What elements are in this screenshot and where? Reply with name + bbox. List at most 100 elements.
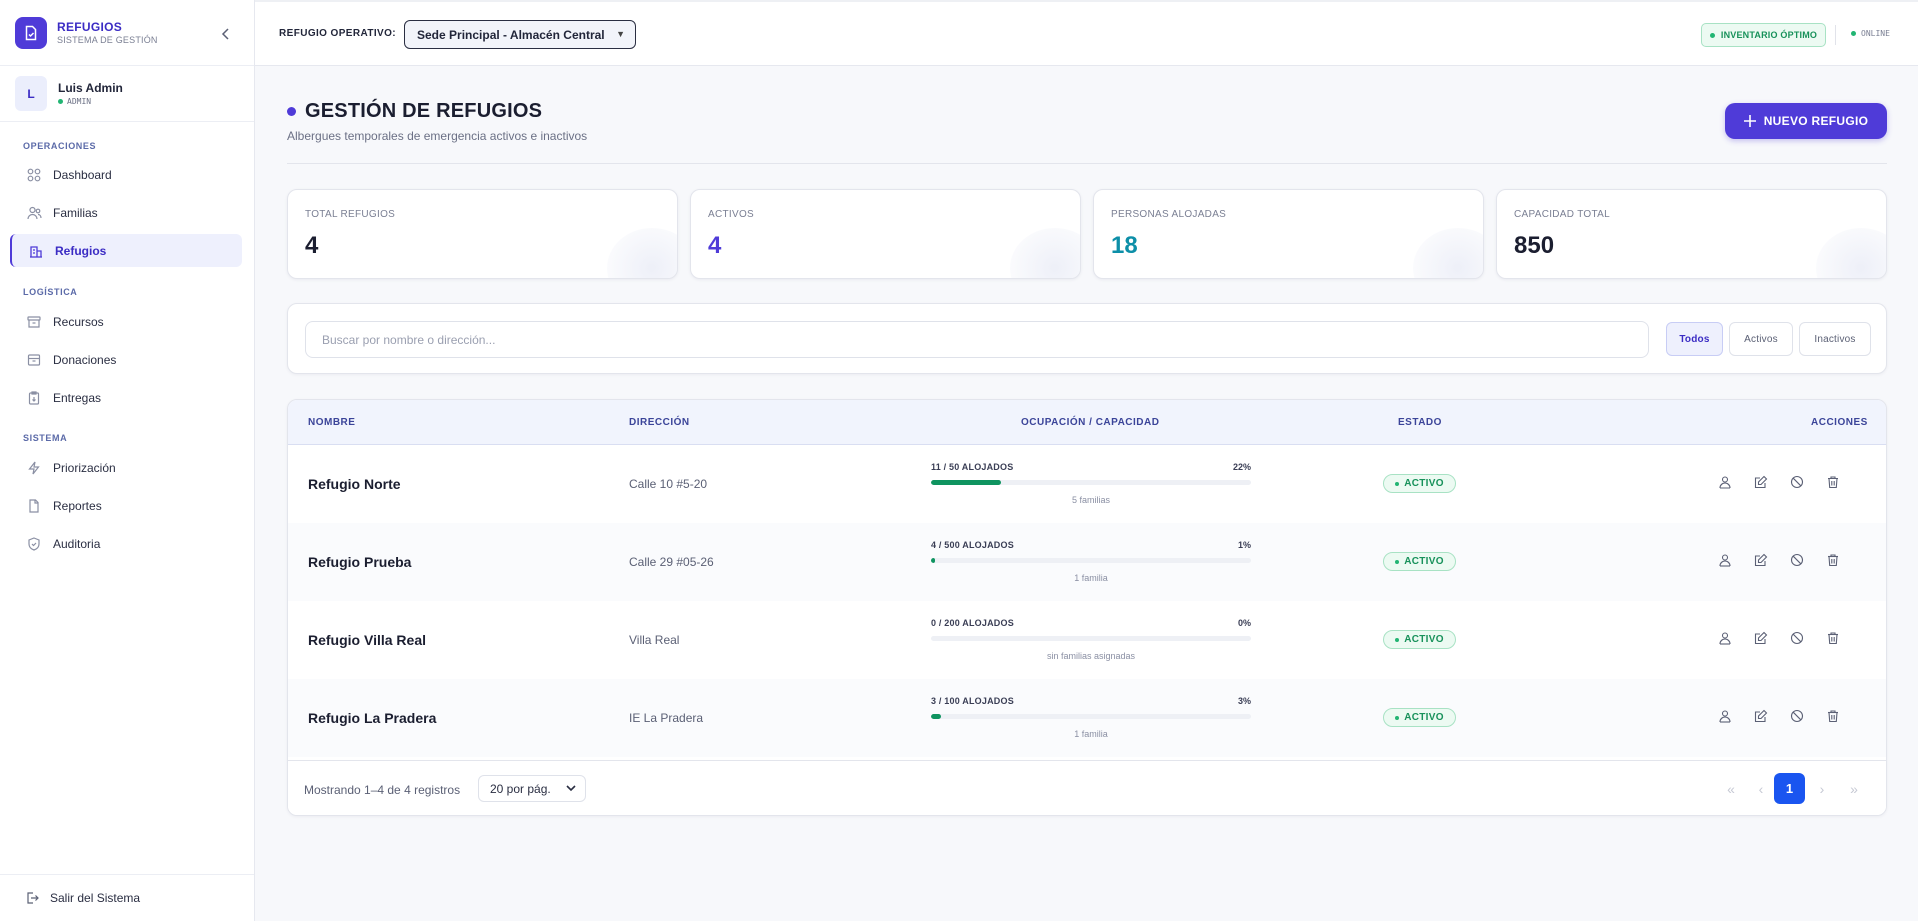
last-page-button[interactable]: » xyxy=(1841,776,1867,802)
ban-icon xyxy=(1790,553,1804,567)
connection-label: ONLINE xyxy=(1861,29,1890,38)
assign-families-button[interactable] xyxy=(1716,551,1734,569)
status-label: ACTIVO xyxy=(1404,556,1444,567)
status-badge: ACTIVO xyxy=(1383,474,1456,493)
shield-icon xyxy=(25,535,43,553)
status-dot-icon xyxy=(1709,32,1715,38)
assign-families-button[interactable] xyxy=(1716,707,1734,725)
ban-icon xyxy=(1790,475,1804,489)
sidebar-item-label: Reportes xyxy=(53,498,102,513)
edit-button[interactable] xyxy=(1752,629,1770,647)
logout-button[interactable]: Salir del Sistema xyxy=(0,874,254,921)
deactivate-button[interactable] xyxy=(1788,473,1806,491)
sidebar-item-label: Auditoria xyxy=(53,536,101,551)
column-header-acciones: ACCIONES xyxy=(1811,417,1868,428)
document-icon xyxy=(25,497,43,515)
sidebar-item-auditoria[interactable]: Auditoria xyxy=(10,527,242,560)
search-input[interactable] xyxy=(305,321,1649,358)
assign-families-button[interactable] xyxy=(1716,629,1734,647)
logout-label: Salir del Sistema xyxy=(50,891,141,905)
edit-icon xyxy=(1754,475,1768,489)
table-row: Refugio Norte Calle 10 #5-20 11 / 50 ALO… xyxy=(288,445,1886,523)
deactivate-button[interactable] xyxy=(1788,707,1806,725)
column-header-ocupacion: OCUPACIÓN / CAPACIDAD xyxy=(1021,417,1160,428)
sidebar-item-label: Donaciones xyxy=(53,352,117,367)
delete-button[interactable] xyxy=(1824,551,1842,569)
deactivate-button[interactable] xyxy=(1788,629,1806,647)
delete-button[interactable] xyxy=(1824,707,1842,725)
occupancy-percent: 1% xyxy=(1237,540,1251,550)
row-actions xyxy=(1716,707,1842,725)
filter-inactivos-button[interactable]: Inactivos xyxy=(1799,322,1871,356)
deactivate-button[interactable] xyxy=(1788,551,1806,569)
sidebar-item-recursos[interactable]: Recursos xyxy=(10,305,242,338)
trash-icon xyxy=(1828,632,1838,645)
inventory-status-label: INVENTARIO ÓPTIMO xyxy=(1720,30,1818,40)
sidebar-item-label: Dashboard xyxy=(53,167,112,182)
sidebar-item-entregas[interactable]: Entregas xyxy=(10,381,242,414)
edit-button[interactable] xyxy=(1752,707,1770,725)
stat-value: 4 xyxy=(305,232,319,259)
families-count: 1 familia xyxy=(1074,729,1108,739)
families-count: 1 familia xyxy=(1074,573,1108,583)
refugio-name: Refugio Norte xyxy=(308,476,401,492)
occupancy-bar xyxy=(931,558,1251,563)
collapse-sidebar-button[interactable] xyxy=(216,24,236,44)
grid-icon xyxy=(25,166,43,184)
filter-bar: Todos Activos Inactivos xyxy=(287,303,1887,374)
column-header-direccion: DIRECCIÓN xyxy=(629,417,690,428)
divider xyxy=(1835,25,1836,45)
brand: REFUGIOS SISTEMA DE GESTIÓN xyxy=(0,0,254,66)
row-actions xyxy=(1716,551,1842,569)
delete-button[interactable] xyxy=(1824,629,1842,647)
sidebar-item-label: Familias xyxy=(53,205,98,220)
first-page-button[interactable]: « xyxy=(1718,776,1744,802)
sidebar-item-priorizacion[interactable]: Priorización xyxy=(10,451,242,484)
page-button-current[interactable]: 1 xyxy=(1774,773,1805,804)
refugio-operativo-select[interactable]: Sede Principal - Almacén Central ▼ xyxy=(404,20,636,49)
new-refugio-button[interactable]: NUEVO REFUGIO xyxy=(1725,103,1887,139)
sidebar-item-donaciones[interactable]: Donaciones xyxy=(10,343,242,376)
app-logo-icon xyxy=(15,17,47,49)
edit-button[interactable] xyxy=(1752,473,1770,491)
edit-button[interactable] xyxy=(1752,551,1770,569)
occupancy-bar-fill xyxy=(931,558,935,563)
connection-status: ONLINE xyxy=(1851,29,1890,38)
sidebar-item-familias[interactable]: Familias xyxy=(10,196,242,229)
occupancy-bar xyxy=(931,636,1251,641)
chevron-down-icon xyxy=(566,785,576,792)
ban-icon xyxy=(1790,709,1804,723)
sidebar-item-refugios[interactable]: Refugios xyxy=(10,234,242,267)
status-label: ACTIVO xyxy=(1404,478,1444,489)
user-group-icon xyxy=(1719,476,1731,489)
occupancy-count: 3 / 100 ALOJADOS xyxy=(931,696,1014,706)
clipboard-icon xyxy=(25,389,43,407)
prev-page-button[interactable]: ‹ xyxy=(1748,776,1774,802)
sidebar-item-reportes[interactable]: Reportes xyxy=(10,489,242,522)
nav-section-logistica: LOGÍSTICA xyxy=(23,287,78,297)
status-badge: ACTIVO xyxy=(1383,630,1456,649)
sidebar-item-dashboard[interactable]: Dashboard xyxy=(10,158,242,191)
next-page-button[interactable]: › xyxy=(1809,776,1835,802)
status-dot-icon xyxy=(1395,637,1400,642)
row-actions xyxy=(1716,473,1842,491)
per-page-select[interactable]: 20 por pág. xyxy=(478,775,586,802)
brand-name: REFUGIOS xyxy=(57,20,123,34)
filter-todos-button[interactable]: Todos xyxy=(1666,322,1723,356)
brand-subtitle: SISTEMA DE GESTIÓN xyxy=(57,35,158,45)
topbar: REFUGIO OPERATIVO: Sede Principal - Alma… xyxy=(255,0,1918,66)
occupancy-percent: 0% xyxy=(1237,618,1251,628)
assign-families-button[interactable] xyxy=(1716,473,1734,491)
sidebar-item-label: Entregas xyxy=(53,390,102,405)
delete-button[interactable] xyxy=(1824,473,1842,491)
filter-activos-button[interactable]: Activos xyxy=(1729,322,1793,356)
occupancy-bar xyxy=(931,480,1251,485)
stat-label: PERSONAS ALOJADAS xyxy=(1111,209,1227,220)
records-summary: Mostrando 1–4 de 4 registros xyxy=(304,783,461,797)
building-icon xyxy=(27,242,45,260)
title-dot-icon xyxy=(287,107,296,116)
stat-label: CAPACIDAD TOTAL xyxy=(1514,209,1611,220)
box-icon xyxy=(25,351,43,369)
plus-icon xyxy=(1743,115,1756,127)
table-header: NOMBRE DIRECCIÓN OCUPACIÓN / CAPACIDAD E… xyxy=(288,400,1886,445)
